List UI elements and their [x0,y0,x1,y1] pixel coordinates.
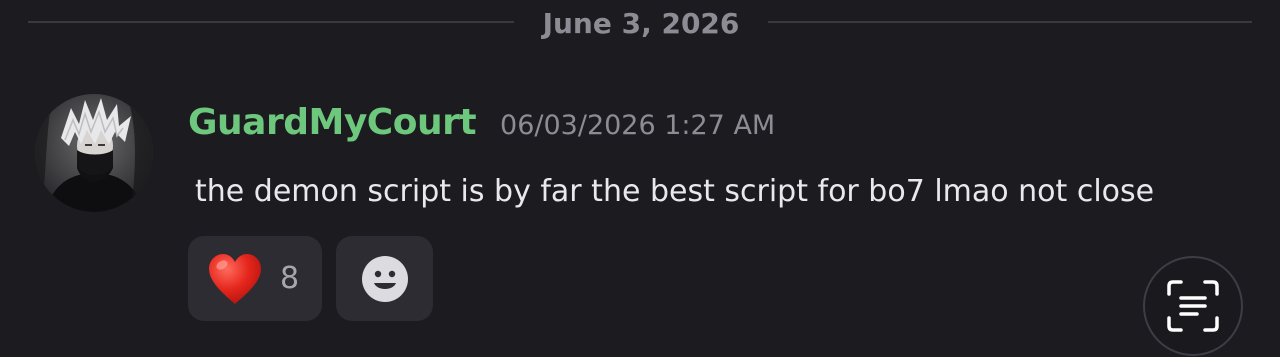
message-timestamp: 06/03/2026 1:27 AM [500,110,776,141]
text-scan-button[interactable] [1143,256,1243,356]
divider-line-right [768,21,1252,23]
date-divider: June 3, 2026 [28,0,1252,44]
reaction-heart-button[interactable]: 8 [188,236,322,321]
red-heart-icon [209,253,261,304]
message-text: the demon script is by far the best scri… [195,174,1155,209]
message-header: GuardMyCourt 06/03/2026 1:27 AM [188,102,775,152]
text-scan-icon [1167,280,1219,332]
add-reaction-button[interactable] [336,236,433,321]
username[interactable]: GuardMyCourt [188,102,477,143]
avatar-anime-character-icon [35,94,153,212]
avatar[interactable] [35,94,153,212]
add-reaction-smiley-icon [361,255,408,302]
reaction-count: 8 [280,261,300,296]
divider-line-left [28,21,514,23]
date-divider-label: June 3, 2026 [542,7,740,40]
chat-message-view: June 3, 2026 GuardMyCourt 06/03/2026 1:2… [0,0,1280,357]
